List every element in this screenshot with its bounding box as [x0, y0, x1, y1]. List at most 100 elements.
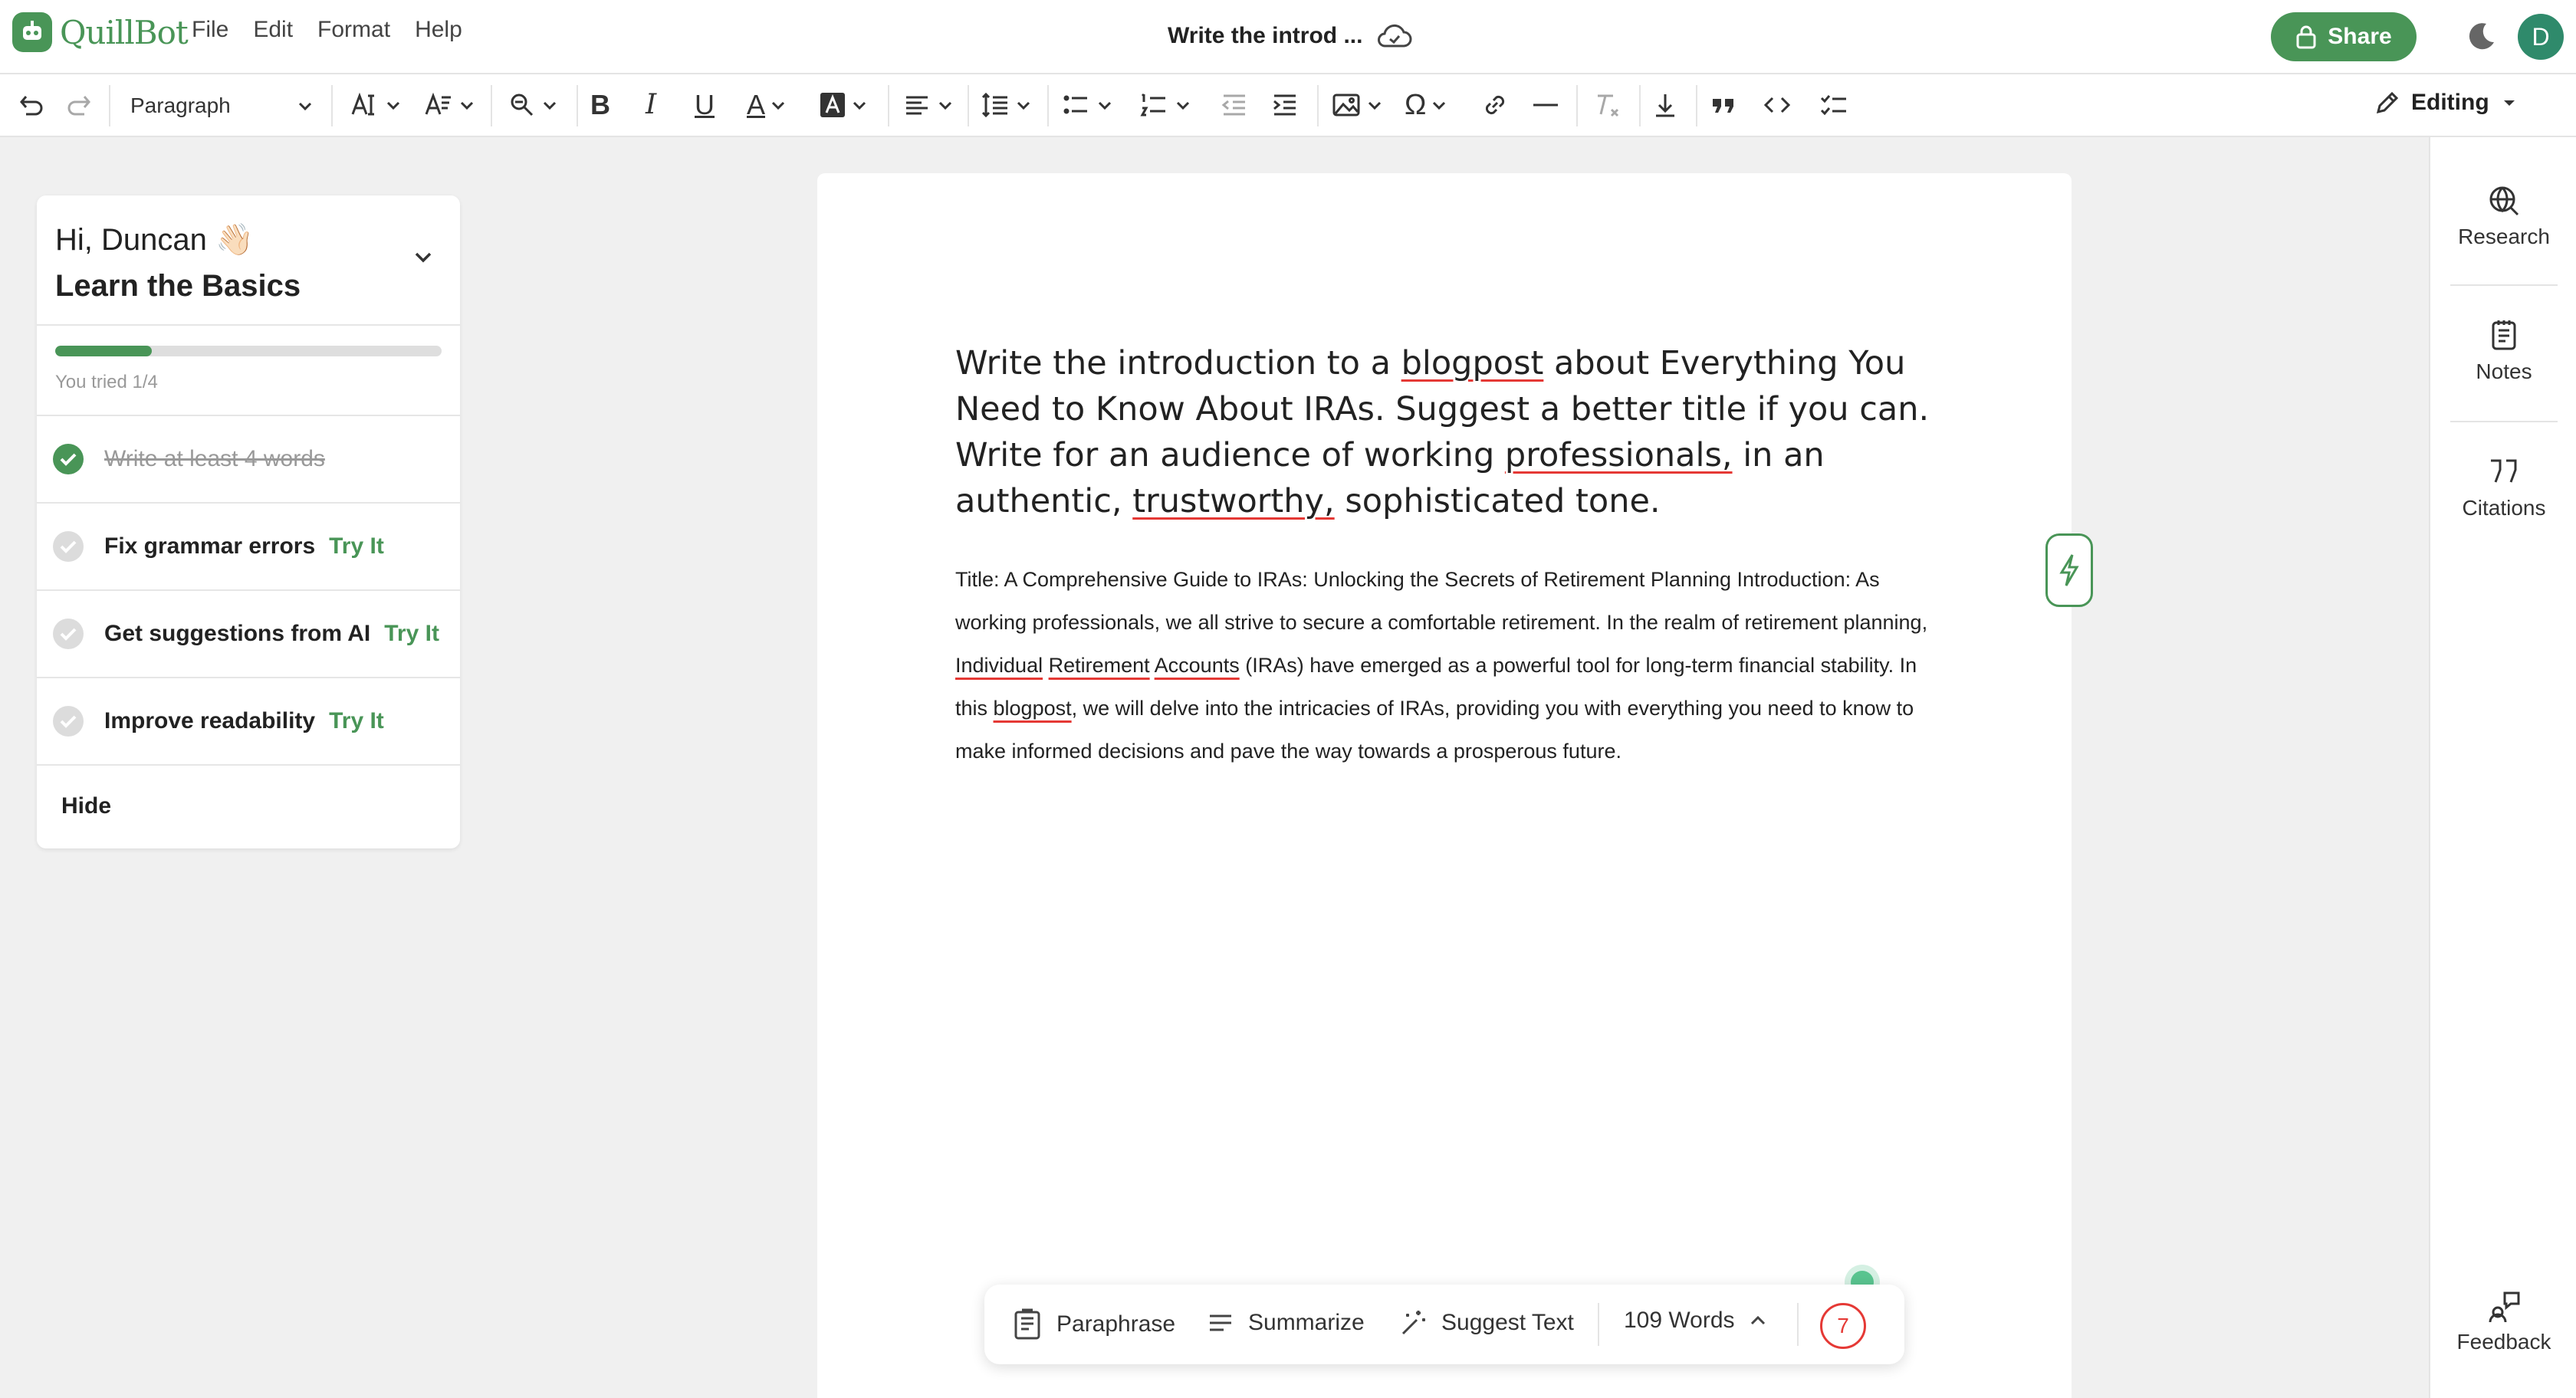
bold-icon[interactable]: B: [590, 90, 610, 120]
document-page[interactable]: Write the introduction to a blogpost abo…: [817, 173, 2093, 1398]
ai-assist-button[interactable]: [2045, 533, 2093, 607]
link-icon[interactable]: [1480, 90, 1510, 120]
highlight-color-icon[interactable]: [819, 90, 868, 120]
editing-mode-select[interactable]: Editing: [2374, 90, 2518, 116]
notes-button[interactable]: Notes: [2430, 318, 2576, 384]
task-ai-suggestions[interactable]: Get suggestions from AI Try It: [37, 591, 460, 677]
task-fix-grammar[interactable]: Fix grammar errors Try It: [37, 504, 460, 589]
undo-icon[interactable]: [15, 90, 46, 120]
spelling-error[interactable]: professionals,: [1505, 436, 1733, 474]
divider: [2450, 284, 2558, 286]
grammar-error[interactable]: Individual: [955, 654, 1043, 677]
document-title[interactable]: Write the introd ...: [1168, 23, 1362, 49]
quillbot-logo[interactable]: QuillBot: [12, 12, 189, 52]
learn-basics-panel: Hi, Duncan 👋🏻 Learn the Basics You tried…: [37, 195, 460, 848]
menu-format[interactable]: Format: [317, 17, 390, 43]
menu-help[interactable]: Help: [415, 17, 462, 43]
lightning-icon: [2059, 554, 2079, 586]
editing-mode-label: Editing: [2411, 90, 2489, 115]
prompt-paragraph[interactable]: Write the introduction to a blogpost abo…: [955, 340, 1952, 524]
paragraph-style-value: Paragraph: [130, 94, 231, 117]
hide-button[interactable]: Hide: [61, 793, 111, 819]
toolbar-divider: [109, 85, 110, 126]
body-paragraph[interactable]: Title: A Comprehensive Guide to IRAs: Un…: [955, 558, 1952, 773]
clear-formatting-icon[interactable]: [1592, 90, 1622, 120]
robot-icon: [12, 12, 52, 52]
grammar-error[interactable]: Retirement: [1049, 654, 1150, 677]
toolbar-divider: [577, 85, 578, 126]
text-color-icon[interactable]: A: [747, 90, 787, 120]
research-button[interactable]: Research: [2430, 183, 2576, 249]
check-pending-icon: [53, 706, 84, 737]
check-pending-icon: [53, 531, 84, 562]
special-character-icon[interactable]: Ω: [1405, 90, 1447, 120]
horizontal-rule-icon[interactable]: [1530, 90, 1561, 120]
lock-icon: [2296, 25, 2316, 49]
spelling-error[interactable]: blogpost: [1401, 344, 1544, 382]
share-button[interactable]: Share: [2271, 12, 2417, 61]
paragraph-style-select[interactable]: Paragraph: [123, 85, 322, 126]
align-left-icon[interactable]: [902, 90, 954, 120]
code-icon[interactable]: [1762, 90, 1792, 120]
avatar[interactable]: D: [2518, 14, 2564, 60]
paraphrase-icon: [1014, 1308, 1040, 1340]
feedback-button[interactable]: Feedback: [2430, 1288, 2576, 1354]
learn-title: Learn the Basics: [55, 269, 301, 303]
task-label: Fix grammar errors: [104, 533, 316, 559]
divider: [1797, 1303, 1799, 1346]
text-style-icon[interactable]: [423, 90, 475, 120]
word-count: 109 Words: [1624, 1308, 1735, 1333]
feedback-label: Feedback: [2456, 1330, 2551, 1354]
font-size-icon[interactable]: [350, 90, 402, 120]
notes-icon: [2492, 320, 2516, 350]
menu-bar: File Edit Format Help: [192, 17, 487, 43]
citations-button[interactable]: Citations: [2430, 455, 2576, 520]
research-label: Research: [2458, 225, 2550, 248]
spelling-error[interactable]: blogpost: [994, 697, 1072, 720]
spelling-error[interactable]: trustworthy,: [1132, 482, 1334, 520]
text-run: Write the introduction to a: [955, 344, 1401, 382]
toolbar-divider: [1576, 85, 1578, 126]
underline-icon[interactable]: U: [695, 90, 715, 120]
grammar-error[interactable]: Accounts: [1155, 654, 1240, 677]
numbered-list-icon[interactable]: [1139, 90, 1191, 120]
line-height-icon[interactable]: [980, 90, 1032, 120]
text-run: Title: A Comprehensive Guide to IRAs: Un…: [955, 568, 1928, 634]
try-it-link[interactable]: Try It: [329, 708, 384, 734]
find-replace-icon[interactable]: [506, 90, 558, 120]
redo-icon[interactable]: [64, 90, 95, 120]
summarize-label: Summarize: [1248, 1310, 1365, 1335]
progress-fill: [55, 346, 152, 356]
word-count-button[interactable]: 109 Words: [1624, 1308, 1769, 1334]
dark-mode-icon[interactable]: [2466, 21, 2497, 51]
checklist-icon[interactable]: [1819, 90, 1849, 120]
bullet-list-icon[interactable]: [1061, 90, 1113, 120]
caret-down-icon: [2503, 100, 2515, 106]
toolbar-divider: [1047, 85, 1049, 126]
progress-text: You tried 1/4: [55, 372, 158, 392]
indent-icon[interactable]: [1270, 90, 1300, 120]
collapse-chevron-icon[interactable]: [411, 244, 435, 269]
notes-label: Notes: [2476, 359, 2532, 383]
text-run: , we will delve into the intricacies of …: [955, 697, 1914, 763]
summarize-button[interactable]: Summarize: [1205, 1308, 1365, 1338]
task-write-words[interactable]: Write at least 4 words: [37, 416, 460, 502]
citation-quote-icon: [2491, 459, 2517, 483]
task-readability[interactable]: Improve readability Try It: [37, 678, 460, 764]
top-bar: QuillBot File Edit Format Help Write the…: [0, 0, 2576, 74]
toolbar-divider: [331, 85, 333, 126]
issue-count-badge[interactable]: 7: [1820, 1303, 1866, 1349]
menu-edit[interactable]: Edit: [253, 17, 293, 43]
italic-icon[interactable]: I: [646, 90, 656, 120]
try-it-link[interactable]: Try It: [329, 533, 384, 560]
logo-text: QuillBot: [60, 13, 189, 51]
feedback-icon: [2489, 1291, 2520, 1323]
menu-file[interactable]: File: [192, 17, 228, 43]
quote-icon[interactable]: [1708, 90, 1739, 120]
paraphrase-button[interactable]: Paraphrase: [1010, 1308, 1175, 1341]
image-icon[interactable]: [1331, 90, 1383, 120]
try-it-link[interactable]: Try It: [384, 621, 439, 647]
download-icon[interactable]: [1650, 90, 1681, 120]
outdent-icon[interactable]: [1219, 90, 1250, 120]
suggest-text-button[interactable]: Suggest Text: [1398, 1308, 1574, 1338]
